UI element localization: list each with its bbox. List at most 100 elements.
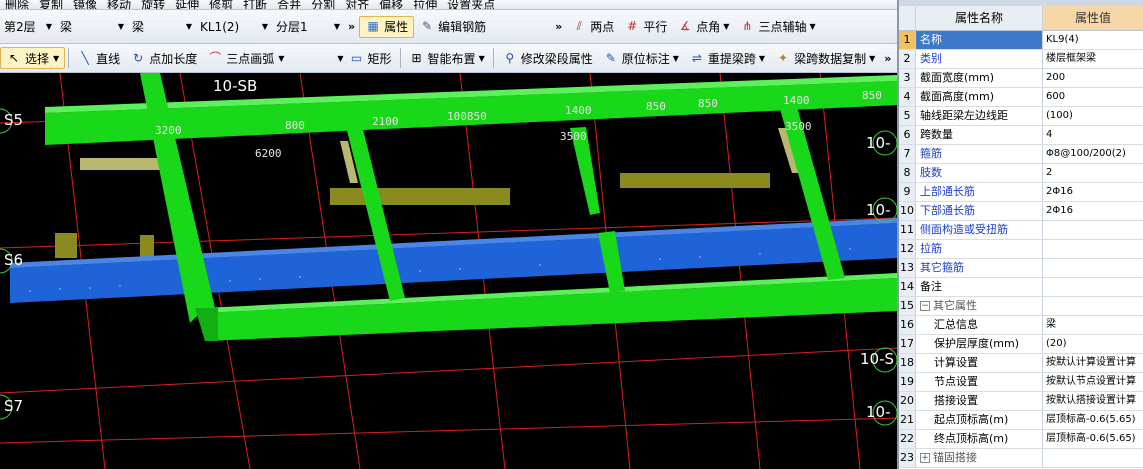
property-value[interactable]: 600 [1043, 88, 1143, 106]
toolbar-more-icon[interactable]: » [551, 20, 566, 33]
re-extract-button[interactable]: ⇌ 重提梁跨 ▼ [684, 47, 770, 69]
layer-select[interactable]: 分层1 ▼ [272, 17, 344, 37]
property-row[interactable]: 7 箍筋 Φ8@100/200(2) [899, 145, 1143, 164]
point-length-label: 点加长度 [149, 51, 198, 66]
property-value[interactable]: (100) [1043, 107, 1143, 125]
frame-beam-cross [195, 308, 218, 341]
toolbar-more-icon[interactable]: » [344, 20, 359, 33]
select-button[interactable]: ↖ 选择 ▼ [0, 47, 66, 69]
offset-button[interactable]: 偏移 [374, 0, 408, 9]
mirror-button[interactable]: 镜像 [68, 0, 102, 9]
property-value [1043, 449, 1143, 467]
stretch-button[interactable]: 拉伸 [408, 0, 442, 9]
two-point-button[interactable]: ⫽ 两点 [566, 16, 619, 38]
property-row[interactable]: 9 上部通长筋 2Φ16 [899, 183, 1143, 202]
model-drawing[interactable] [0, 73, 897, 469]
property-value[interactable]: Φ8@100/200(2) [1043, 145, 1143, 163]
property-row[interactable]: 4 截面高度(mm) 600 [899, 88, 1143, 107]
property-row[interactable]: 16 汇总信息梁 [899, 316, 1143, 335]
rect-button[interactable]: ▭ 矩形 [344, 47, 397, 69]
property-value[interactable]: 2Φ16 [1043, 183, 1143, 201]
property-row[interactable]: 10 下部通长筋 2Φ16 [899, 202, 1143, 221]
property-value[interactable] [1043, 221, 1143, 239]
move-button[interactable]: 移动 [102, 0, 136, 9]
property-value[interactable]: 楼层框架梁 [1043, 50, 1143, 68]
property-row[interactable]: 11 侧面构造或受扭筋 [899, 221, 1143, 240]
trim-button[interactable]: 修剪 [204, 0, 238, 9]
merge-button[interactable]: 合并 [272, 0, 306, 9]
property-row[interactable]: 18 计算设置 按默认计算设置计算 [899, 354, 1143, 373]
property-value[interactable]: KL9(4) [1043, 31, 1143, 49]
delete-button[interactable]: 删除 [0, 0, 34, 9]
toolbar-more-icon[interactable]: » [880, 52, 895, 65]
floor-select[interactable]: 第2层 ▼ [0, 17, 56, 37]
property-row[interactable]: 2 类别 楼层框架梁 [899, 50, 1143, 69]
edit-rebar-button[interactable]: ✎ 编辑钢筋 [414, 16, 491, 38]
three-point-arc-button[interactable]: ⌒ 三点画弧 ▼ [202, 47, 289, 69]
property-value[interactable]: 按默认计算设置计算 [1043, 354, 1143, 372]
row-number: 12 [899, 240, 916, 258]
property-value[interactable] [1043, 278, 1143, 296]
property-value[interactable]: 梁 [1043, 316, 1143, 334]
smart-layout-button[interactable]: ⊞ 智能布置 ▼ [404, 47, 490, 69]
align-button[interactable]: 对齐 [340, 0, 374, 9]
property-value[interactable]: 4 [1043, 126, 1143, 144]
property-row[interactable]: 14 备注 [899, 278, 1143, 297]
property-row[interactable]: 17 保护层厚度(mm) (20) [899, 335, 1143, 354]
floor-value: 第2层 [4, 20, 36, 34]
property-row[interactable]: 5 轴线距梁左边线距 (100) [899, 107, 1143, 126]
line-button[interactable]: ╲ 直线 [72, 47, 125, 69]
property-row[interactable]: 22 终点顶标高(m) 层顶标高-0.6(5.65) [899, 430, 1143, 449]
property-row[interactable]: 19 节点设置 按默认节点设置计算 [899, 373, 1143, 392]
three-point-axis-label: 三点辅轴 [758, 20, 807, 34]
parallel-button[interactable]: # 平行 [619, 16, 672, 38]
split-button[interactable]: 分割 [306, 0, 340, 9]
property-value[interactable]: 按默认搭接设置计算 [1043, 392, 1143, 410]
model-viewport[interactable]: 10-SB S5 S6 S7 10- 10- 10-S 10- 3200 800… [0, 73, 897, 469]
property-row[interactable]: 3 截面宽度(mm) 200 [899, 69, 1143, 88]
property-value[interactable]: 层顶标高-0.6(5.65) [1043, 411, 1143, 429]
set-grip-button[interactable]: 设置夹点 [442, 0, 500, 9]
element-select[interactable]: KL1(2) ▼ [196, 17, 272, 37]
rotate-button[interactable]: 旋转 [136, 0, 170, 9]
original-label-button[interactable]: ✎ 原位标注 ▼ [598, 47, 684, 69]
category-select[interactable]: 梁 ▼ [56, 17, 128, 37]
extend-button[interactable]: 延伸 [170, 0, 204, 9]
property-value[interactable]: 2 [1043, 164, 1143, 182]
property-row[interactable]: 8 肢数 2 [899, 164, 1143, 183]
property-row[interactable]: 20 搭接设置 按默认搭接设置计算 [899, 392, 1143, 411]
collapse-icon[interactable]: − [920, 301, 930, 311]
property-grid-header: 属性名称 属性值 [899, 6, 1143, 31]
break-button[interactable]: 打断 [238, 0, 272, 9]
chevron-down-icon: ▼ [723, 22, 730, 31]
property-value[interactable]: 按默认节点设置计算 [1043, 373, 1143, 391]
property-row[interactable]: 13 其它箍筋 [899, 259, 1143, 278]
axis-label: S6 [4, 251, 24, 269]
property-value[interactable]: 200 [1043, 69, 1143, 87]
property-value[interactable]: (20) [1043, 335, 1143, 353]
property-row[interactable]: 1 名称 KL9(4) [899, 31, 1143, 50]
property-row[interactable]: 12 拉筋 [899, 240, 1143, 259]
property-row[interactable]: 21 起点顶标高(m) 层顶标高-0.6(5.65) [899, 411, 1143, 430]
property-row[interactable]: 6 跨数量 4 [899, 126, 1143, 145]
modify-span-button[interactable]: ⚲ 修改梁段属性 [497, 47, 598, 69]
property-value[interactable]: 层顶标高-0.6(5.65) [1043, 430, 1143, 448]
property-value[interactable] [1043, 259, 1143, 277]
copy-span-button[interactable]: ✦ 梁跨数据复制 ▼ [770, 47, 880, 69]
property-name: 截面宽度(mm) [916, 69, 1043, 87]
chevron-down-icon: ▼ [758, 53, 766, 63]
property-group-row[interactable]: 15− 其它属性 [899, 297, 1143, 316]
point-length-button[interactable]: ↻ 点加长度 [125, 47, 202, 69]
property-name: 节点设置 [916, 373, 1043, 391]
property-group-row[interactable]: 23 + 锚固搭接 [899, 449, 1143, 468]
type-select[interactable]: 梁 ▼ [128, 17, 196, 37]
row-number: 14 [899, 278, 916, 296]
property-value[interactable] [1043, 240, 1143, 258]
expand-icon[interactable]: + [920, 453, 930, 463]
three-point-axis-button[interactable]: ⋔ 三点辅轴 ▼ [734, 16, 820, 38]
property-value[interactable]: 2Φ16 [1043, 202, 1143, 220]
point-angle-button[interactable]: ∡ 点角 ▼ [672, 16, 734, 38]
property-button[interactable]: ▦ 属性 [359, 15, 415, 38]
chevron-down-icon: ▼ [333, 22, 340, 31]
copy-button[interactable]: 复制 [34, 0, 68, 9]
